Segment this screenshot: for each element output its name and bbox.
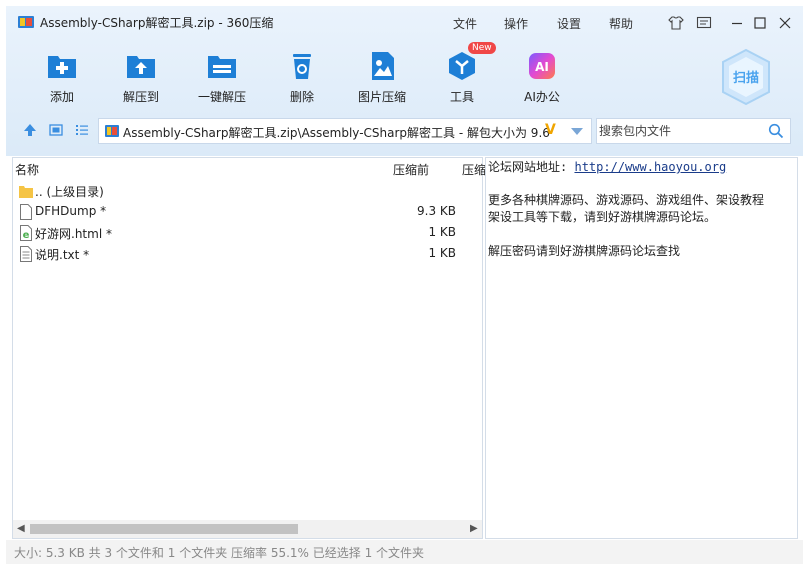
- ai-office-button[interactable]: AI AI办公: [504, 44, 580, 106]
- file-row[interactable]: e 好游网.html * 1 KB: [13, 222, 482, 243]
- list-view-icon[interactable]: [75, 123, 89, 137]
- scrollbar-thumb[interactable]: [30, 524, 298, 534]
- search-input[interactable]: [599, 122, 759, 140]
- comment-line-4: 解压密码请到好游棋牌源码论坛查找: [488, 244, 681, 258]
- app-window: Assembly-CSharp解密工具.zip - 360压缩 文件 操作 设置…: [0, 0, 809, 574]
- address-path: Assembly-CSharp解密工具.zip\Assembly-CSharp解…: [123, 126, 550, 140]
- column-header-ratio[interactable]: 压缩: [462, 161, 486, 178]
- maximize-icon[interactable]: [752, 15, 768, 31]
- feedback-icon[interactable]: [696, 15, 712, 31]
- extract-to-label: 解压到: [122, 90, 159, 104]
- file-size: 1 KB: [428, 225, 456, 239]
- image-compress-button[interactable]: 图片压缩: [344, 44, 420, 106]
- window-title: Assembly-CSharp解密工具.zip - 360压缩: [40, 16, 274, 30]
- zip-file-icon: [105, 125, 119, 137]
- file-size: 9.3 KB: [417, 204, 456, 218]
- comment-site-label: 论坛网站地址:: [488, 160, 568, 174]
- extract-to-button[interactable]: 解压到: [103, 44, 179, 106]
- title-bar: Assembly-CSharp解密工具.zip - 360压缩 文件 操作 设置…: [6, 6, 803, 38]
- ai-icon-text: AI: [535, 60, 549, 74]
- file-name: 说明.txt *: [35, 248, 90, 262]
- file-name: .. (上级目录): [35, 185, 104, 199]
- comment-site-link[interactable]: http://www.haoyou.org: [574, 160, 726, 174]
- one-click-extract-button[interactable]: 一键解压: [184, 44, 260, 106]
- comment-line-1: 论坛网站地址: http://www.haoyou.org: [488, 158, 726, 175]
- file-icon: [20, 204, 32, 220]
- address-bar[interactable]: Assembly-CSharp解密工具.zip\Assembly-CSharp解…: [98, 118, 592, 144]
- menu-help[interactable]: 帮助: [609, 15, 633, 32]
- status-text: 大小: 5.3 KB 共 3 个文件和 1 个文件夹 压缩率 55.1% 已经选…: [14, 546, 425, 560]
- delete-icon: [293, 54, 311, 79]
- skin-shirt-icon[interactable]: [668, 15, 684, 31]
- address-dropdown-icon[interactable]: [571, 128, 583, 135]
- delete-label: 删除: [289, 90, 314, 104]
- close-icon[interactable]: [777, 15, 793, 31]
- menu-settings[interactable]: 设置: [557, 15, 581, 32]
- file-name: DFHDump *: [35, 204, 107, 218]
- file-row[interactable]: DFHDump * 9.3 KB: [13, 201, 482, 222]
- scroll-right-icon[interactable]: ▶: [470, 523, 478, 534]
- extract-to-icon: [127, 56, 155, 78]
- file-size: 1 KB: [428, 246, 456, 260]
- tools-icon: [449, 52, 475, 80]
- new-badge: New: [468, 42, 496, 54]
- file-list-pane: 名称 压缩前 压缩 .. (上级目录) DFHDump * 9.3 KB e 好…: [12, 157, 486, 539]
- image-compress-label: 图片压缩: [357, 90, 406, 104]
- horizontal-scrollbar[interactable]: ◀ ▶: [13, 520, 482, 538]
- image-compress-icon: [372, 52, 394, 80]
- menu-file[interactable]: 文件: [453, 15, 477, 32]
- column-header-packed[interactable]: 压缩前: [393, 161, 429, 178]
- folder-up-icon: [19, 186, 33, 198]
- zip-app-icon: [18, 16, 34, 28]
- one-click-extract-icon: [208, 56, 236, 78]
- add-button[interactable]: 添加: [24, 44, 100, 106]
- one-click-extract-label: 一键解压: [197, 90, 246, 104]
- up-arrow-icon[interactable]: [23, 123, 37, 137]
- file-name: 好游网.html *: [35, 227, 112, 241]
- menu-operation[interactable]: 操作: [504, 15, 528, 32]
- delete-button[interactable]: 删除: [264, 44, 340, 106]
- svg-text:e: e: [23, 230, 30, 241]
- scan-badge-icon[interactable]: 扫描: [720, 48, 772, 106]
- file-row-parent[interactable]: .. (上级目录): [13, 180, 482, 201]
- file-row[interactable]: 说明.txt * 1 KB: [13, 243, 482, 264]
- scroll-left-icon[interactable]: ◀: [17, 523, 25, 534]
- html-file-icon: e: [20, 225, 32, 241]
- status-bar: 大小: 5.3 KB 共 3 个文件和 1 个文件夹 压缩率 55.1% 已经选…: [6, 540, 803, 564]
- search-box[interactable]: [596, 118, 791, 144]
- search-icon[interactable]: [768, 123, 784, 139]
- add-label: 添加: [49, 90, 74, 104]
- archive-comment-pane: 论坛网站地址: http://www.haoyou.org 更多各种棋牌源码、游…: [485, 157, 798, 539]
- vip-mark-icon[interactable]: V: [545, 122, 556, 138]
- add-icon: [48, 56, 76, 78]
- column-header-name[interactable]: 名称: [15, 161, 39, 178]
- tools-label: 工具: [449, 90, 474, 104]
- minimize-icon[interactable]: [729, 15, 745, 31]
- scan-label: 扫描: [733, 70, 759, 86]
- ai-office-label: AI办公: [524, 90, 560, 104]
- comment-line-2: 更多各种棋牌源码、游戏源码、游戏组件、架设教程: [488, 193, 765, 207]
- comment-line-3: 架设工具等下载，请到好游棋牌源码论坛。: [488, 210, 717, 224]
- ai-office-icon: AI: [529, 53, 555, 79]
- thumbnail-view-icon[interactable]: [49, 123, 63, 137]
- text-file-icon: [20, 246, 32, 262]
